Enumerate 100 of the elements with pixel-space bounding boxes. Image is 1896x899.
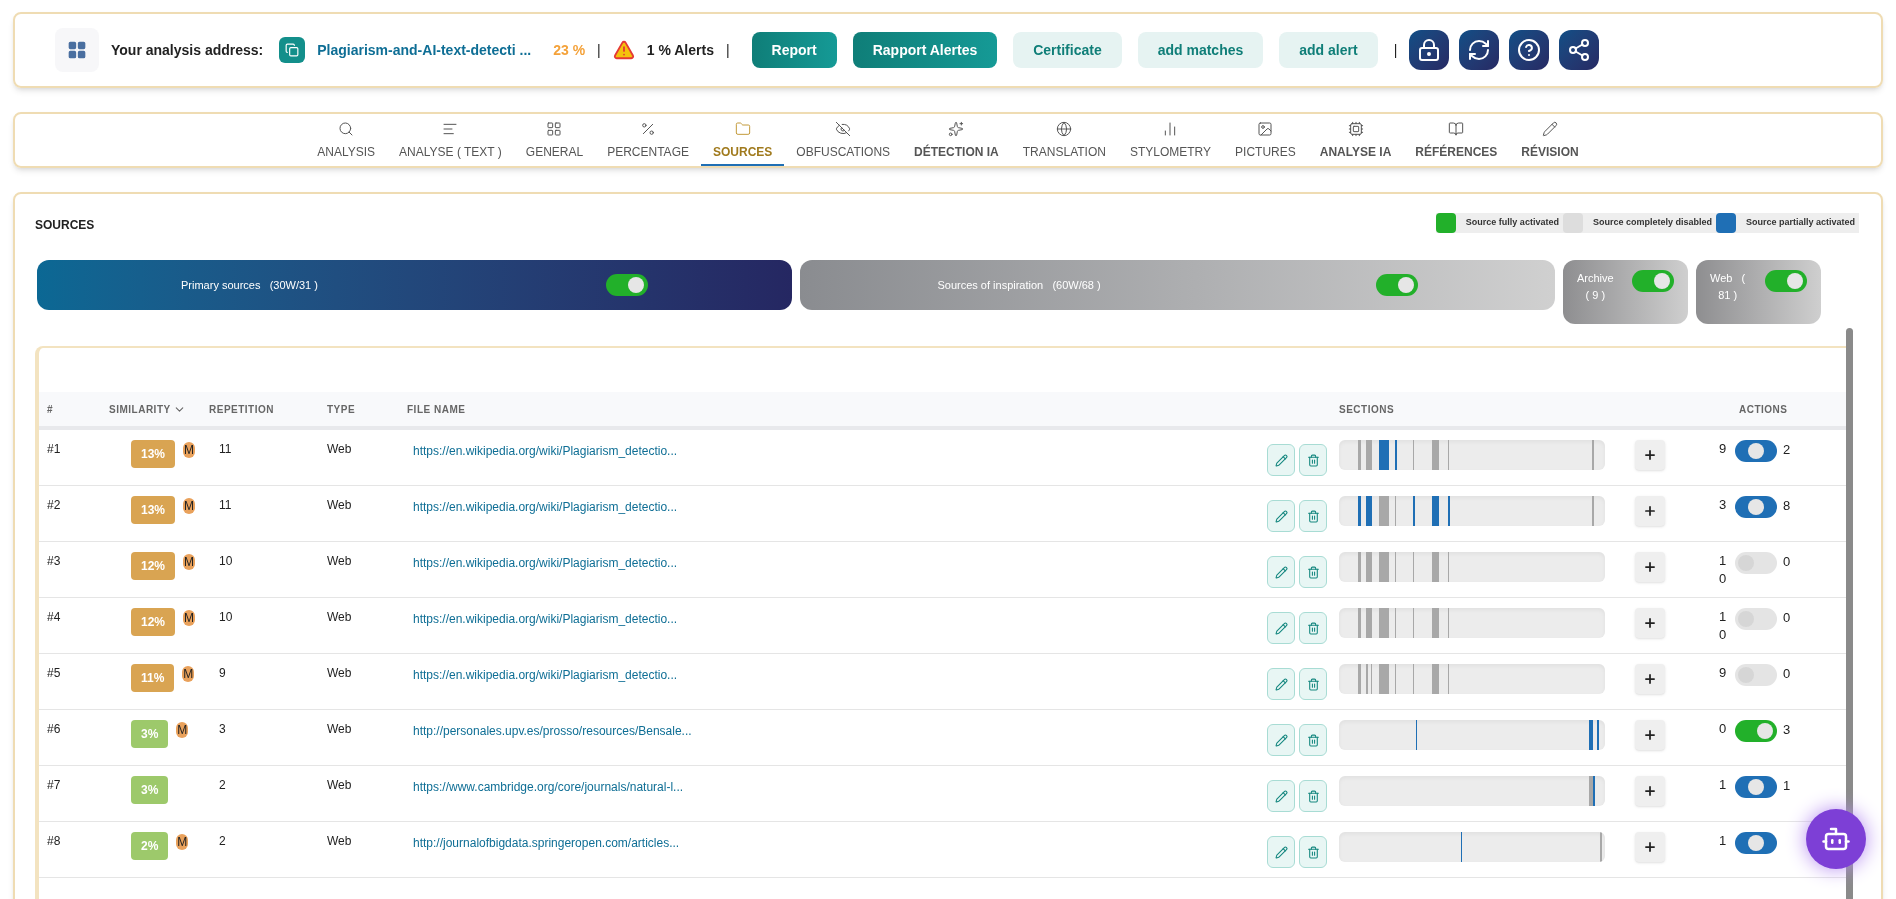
toggle-switch[interactable] — [1735, 552, 1777, 574]
nav-tab[interactable]: GENERAL — [513, 116, 596, 166]
file-link[interactable]: https://en.wikipedia.org/wiki/Plagiarism_detectio... — [399, 440, 1267, 460]
lock-icon-glyph — [1417, 38, 1442, 62]
marker-badge: M — [183, 554, 196, 570]
add-button[interactable] — [1635, 720, 1665, 750]
toggle-switch[interactable] — [1735, 496, 1777, 518]
repetition-cell-text: 3 — [218, 721, 227, 738]
row-index: #5 — [46, 665, 62, 682]
delete-button[interactable] — [1299, 668, 1327, 700]
action-button[interactable]: add alert — [1279, 32, 1378, 68]
percent-icon — [640, 121, 657, 137]
toggle-switch[interactable] — [1735, 720, 1777, 742]
grid-icon[interactable] — [55, 28, 99, 72]
plus-icon — [1643, 448, 1657, 462]
toggle-switch[interactable] — [1735, 664, 1777, 686]
delete-button[interactable] — [1299, 612, 1327, 644]
address-link[interactable]: Plagiarism-and-AI-text-detecti ... — [317, 39, 532, 61]
nav-tab[interactable]: ANALYSIS — [305, 116, 388, 166]
action-button[interactable]: Report — [751, 32, 837, 68]
delete-button[interactable] — [1299, 780, 1327, 812]
marker-badge: M — [183, 610, 196, 626]
share-icon[interactable] — [1559, 30, 1600, 70]
nav-tab[interactable]: TRANSLATION — [1010, 116, 1118, 166]
action-button[interactable]: add matches — [1137, 32, 1264, 68]
delete-button[interactable] — [1299, 444, 1327, 476]
legend-label: Source fully activated — [1465, 216, 1559, 230]
nav-tab[interactable]: SOURCES — [700, 116, 785, 166]
file-link[interactable]: https://en.wikipedia.org/wiki/Plagiarism_detectio... — [399, 496, 1267, 516]
delete-button[interactable] — [1299, 724, 1327, 756]
legend-label: Source completely disabled — [1592, 216, 1712, 230]
nav-tab[interactable]: OBFUSCATIONS — [784, 116, 903, 166]
delete-button[interactable] — [1299, 556, 1327, 588]
delete-button[interactable] — [1299, 836, 1327, 868]
edit-button[interactable] — [1267, 556, 1295, 588]
nav-tab[interactable]: STYLOMETRY — [1117, 116, 1224, 166]
file-link[interactable]: https://en.wikipedia.org/wiki/Plagiarism_detectio... — [399, 608, 1267, 628]
help-icon[interactable] — [1509, 30, 1550, 70]
file-link[interactable]: http://journalofbigdata.springeropen.com/articles... — [399, 832, 1267, 852]
nav-tab[interactable]: ANALYSE ( TEXT ) — [387, 116, 514, 166]
grid-icon — [546, 121, 563, 137]
similarity-badge: 13% — [131, 496, 176, 524]
scrollbar[interactable] — [1846, 328, 1853, 899]
toggle-switch[interactable] — [1735, 832, 1777, 854]
toggle-switch[interactable] — [1735, 440, 1777, 462]
globe-icon — [1056, 121, 1073, 137]
edit-button[interactable] — [1267, 500, 1295, 532]
plus-icon — [1643, 840, 1657, 854]
edit-button[interactable] — [1267, 780, 1295, 812]
file-link[interactable]: https://en.wikipedia.org/wiki/Plagiarism_detectio... — [399, 664, 1267, 684]
row-index: #6 — [46, 721, 62, 738]
sparkle-icon — [948, 121, 965, 137]
chatbot-button[interactable] — [1806, 809, 1866, 869]
file-link[interactable]: http://personales.upv.es/prosso/resources/Bensale... — [399, 720, 1267, 740]
toggle-switch[interactable] — [1765, 270, 1807, 292]
copy-icon[interactable] — [279, 37, 306, 63]
edit-button[interactable] — [1267, 724, 1295, 756]
toggle-switch[interactable] — [1632, 270, 1674, 292]
refresh-icon[interactable] — [1459, 30, 1500, 70]
add-button[interactable] — [1635, 552, 1665, 582]
type-cell-text: Web — [326, 833, 353, 850]
add-button[interactable] — [1635, 776, 1665, 806]
nav-tab[interactable]: ANALYSE IA — [1307, 116, 1404, 166]
edit-button[interactable] — [1267, 836, 1295, 868]
toggle-switch[interactable] — [605, 274, 648, 296]
nav-tab[interactable]: RÉVISION — [1509, 116, 1591, 166]
edit-button[interactable] — [1267, 668, 1295, 700]
address-label: Your analysis address: — [111, 40, 264, 60]
trash-icon — [1306, 789, 1320, 803]
column-header[interactable]: SIMILARITY — [109, 401, 209, 417]
action-button[interactable]: Rapport Alertes — [852, 32, 998, 68]
pencil-icon — [1542, 121, 1558, 137]
nav-tab[interactable]: PERCENTAGE — [595, 116, 701, 166]
action-button[interactable]: Certificate — [1013, 32, 1122, 68]
lock-icon[interactable] — [1409, 30, 1450, 70]
eye-slash-icon — [835, 121, 852, 137]
group-label: Web ( — [1710, 271, 1746, 286]
edit-button[interactable] — [1267, 612, 1295, 644]
trash-icon — [1306, 621, 1320, 635]
file-link[interactable]: https://www.cambridge.org/core/journals/natural-l... — [399, 776, 1267, 796]
add-button[interactable] — [1635, 440, 1665, 470]
toggle-switch[interactable] — [1375, 274, 1418, 296]
delete-button[interactable] — [1299, 500, 1327, 532]
pencil-icon — [1274, 621, 1288, 635]
toggle-switch[interactable] — [1735, 776, 1777, 798]
count-right: 0 — [1783, 553, 1791, 571]
edit-button[interactable] — [1267, 444, 1295, 476]
add-button[interactable] — [1635, 496, 1665, 526]
group-label: Archive — [1577, 271, 1614, 286]
add-button[interactable] — [1635, 832, 1665, 862]
nav-tab[interactable]: DÉTECTION IA — [902, 116, 1011, 166]
toggle-switch[interactable] — [1735, 608, 1777, 630]
file-link[interactable]: https://en.wikipedia.org/wiki/Plagiarism_detectio... — [399, 552, 1267, 572]
nav-tab[interactable]: RÉFÉRENCES — [1403, 116, 1510, 166]
nav-tab[interactable]: PICTURES — [1223, 116, 1308, 166]
add-button[interactable] — [1635, 608, 1665, 638]
folder-icon — [734, 121, 751, 137]
pencil-icon — [1274, 565, 1288, 579]
add-button[interactable] — [1635, 664, 1665, 694]
pencil-icon — [1274, 733, 1288, 747]
